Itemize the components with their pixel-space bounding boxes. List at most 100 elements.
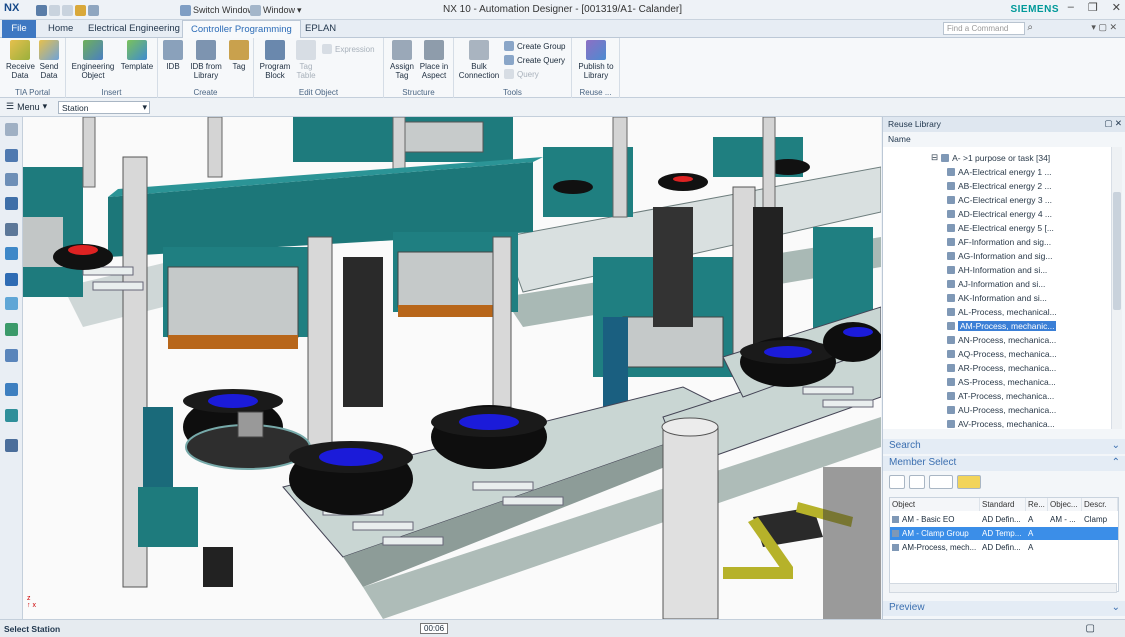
search-icon[interactable]: ⌕ <box>1027 22 1033 33</box>
template-button[interactable]: Template <box>118 40 156 71</box>
column-object-type[interactable]: Objec... <box>1048 498 1082 511</box>
tree-item[interactable]: AJ-Information and si... <box>947 277 1045 290</box>
tree-item[interactable]: AE-Electrical energy 5 [... <box>947 221 1054 234</box>
library-folder-icon <box>947 279 955 288</box>
coordinate-triad: z ↑ x <box>27 595 36 609</box>
filter-icon[interactable] <box>957 475 981 489</box>
tab-eplan[interactable]: EPLAN <box>297 20 344 38</box>
part-navigator-icon[interactable] <box>5 173 18 186</box>
search-icon[interactable] <box>889 475 905 489</box>
query-button[interactable]: Query <box>504 69 539 79</box>
engineering-object-button[interactable]: Engineering Object <box>70 40 116 80</box>
column-description[interactable]: Descr. <box>1082 498 1118 511</box>
tree-item[interactable]: AC-Electrical energy 3 ... <box>947 193 1052 206</box>
tab-controller-programming[interactable]: Controller Programming <box>182 20 301 38</box>
constraint-navigator-icon[interactable] <box>5 223 18 236</box>
receive-data-button[interactable]: Receive Data <box>6 40 35 80</box>
tree-item[interactable]: AS-Process, mechanica... <box>947 375 1056 388</box>
web-browser-icon[interactable] <box>5 273 18 286</box>
tree-item[interactable]: AD-Electrical energy 4 ... <box>947 207 1052 220</box>
tag-table-button[interactable]: Tag Table <box>294 40 318 80</box>
restore-icon[interactable]: ❐ <box>1088 1 1098 14</box>
window-icon[interactable]: ▢ <box>1086 623 1095 634</box>
table-horizontal-scrollbar[interactable] <box>889 583 1117 593</box>
close-icon[interactable]: ✕ <box>1112 1 1121 14</box>
collapse-icon[interactable]: ⊟ <box>931 152 938 163</box>
menu-button[interactable]: ☰ Menu ▾ <box>6 101 47 112</box>
column-standard[interactable]: Standard <box>980 498 1026 511</box>
create-group-button[interactable]: Create Group <box>504 41 565 51</box>
tree-item[interactable]: AM-Process, mechanic... <box>947 319 1057 332</box>
tab-electrical-engineering[interactable]: Electrical Engineering <box>80 20 188 38</box>
find-command-input[interactable]: Find a Command <box>943 22 1025 35</box>
publish-to-library-button[interactable]: Publish to Library <box>576 40 616 80</box>
agent-icon[interactable] <box>5 409 18 422</box>
idb-from-library-button[interactable]: IDB from Library <box>186 40 226 80</box>
preview-section-header[interactable]: Preview ⌄ <box>883 601 1125 616</box>
table-row[interactable]: AM - Basic EO AD Defin... A AM - ... Clamp <box>890 513 1118 526</box>
expression-button[interactable]: Expression <box>322 44 375 54</box>
ribbon-options-icon[interactable]: ▾ ▢ ✕ <box>1091 22 1117 33</box>
member-select-toolbar <box>889 475 981 489</box>
tree-item[interactable]: AV-Process, mechanica... <box>947 417 1055 430</box>
tree-item[interactable]: AR-Process, mechanica... <box>947 361 1056 374</box>
process-studio-icon[interactable] <box>5 349 18 362</box>
tree-item[interactable]: AK-Information and si... <box>947 291 1047 304</box>
settings-icon[interactable] <box>5 123 18 136</box>
chevron-down-icon[interactable]: ⌄ <box>1112 602 1120 613</box>
graphics-viewport[interactable]: z ↑ x <box>23 117 881 619</box>
table-cell: A <box>1028 543 1034 552</box>
navigator-icon[interactable] <box>5 149 18 162</box>
tree-item[interactable]: AA-Electrical energy 1 ... <box>947 165 1052 178</box>
assign-tag-button[interactable]: Assign Tag <box>388 40 416 80</box>
tree-item[interactable]: AN-Process, mechanica... <box>947 333 1056 346</box>
status-text: Select Station <box>4 624 61 634</box>
reuse-library-tree[interactable]: ⊟ A- >1 purpose or task [34] AA-Electrica… <box>883 147 1111 429</box>
column-re[interactable]: Re... <box>1026 498 1048 511</box>
tree-item[interactable]: AL-Process, mechanical... <box>947 305 1057 318</box>
clock-icon[interactable] <box>5 439 18 452</box>
tag-button[interactable]: Tag <box>228 40 250 71</box>
bulk-connection-button[interactable]: Bulk Connection <box>456 40 502 80</box>
chevron-up-icon[interactable]: ⌃ <box>1112 457 1120 468</box>
scrollbar-thumb[interactable] <box>1113 192 1121 310</box>
close-icon[interactable]: ▢ ✕ <box>1104 118 1122 129</box>
reuse-library-icon[interactable] <box>5 247 18 260</box>
tab-home[interactable]: Home <box>40 20 81 38</box>
table-cell: AD Defin... <box>982 515 1021 524</box>
table-cell <box>1082 541 1086 554</box>
tree-scrollbar[interactable] <box>1111 147 1122 429</box>
column-object[interactable]: Object <box>890 498 980 511</box>
tree-item[interactable]: AF-Information and sig... <box>947 235 1051 248</box>
group-label: Create <box>193 88 218 97</box>
place-in-aspect-button[interactable]: Place in Aspect <box>418 40 450 80</box>
tree-node-parent[interactable]: ⊟ A- >1 purpose or task [34] <box>931 151 1050 164</box>
tree-item[interactable]: AB-Electrical energy 2 ... <box>947 179 1052 192</box>
search-section-header[interactable]: Search ⌄ <box>883 439 1125 454</box>
filter-eraser-icon[interactable] <box>909 475 925 489</box>
tree-item[interactable]: AQ-Process, mechanica... <box>947 347 1057 360</box>
place-in-aspect-icon <box>424 40 444 60</box>
table-row[interactable]: AM-Process, mech... AD Defin... A <box>890 541 1118 554</box>
window-controls: – ❐ ✕ <box>1068 1 1121 14</box>
send-data-button[interactable]: Send Data <box>36 40 62 80</box>
tab-file[interactable]: File <box>2 20 36 38</box>
program-block-button[interactable]: Program Block <box>258 40 292 80</box>
tree-item[interactable]: AT-Process, mechanica... <box>947 389 1054 402</box>
selection-filter-select[interactable]: Station <box>58 101 150 114</box>
chevron-down-icon[interactable]: ⌄ <box>1112 440 1120 451</box>
assembly-navigator-icon[interactable] <box>5 197 18 210</box>
tree-item[interactable]: AU-Process, mechanica... <box>947 403 1056 416</box>
history-icon[interactable] <box>5 297 18 310</box>
roles-icon[interactable] <box>5 383 18 396</box>
minimize-icon[interactable]: – <box>1068 1 1074 14</box>
view-options-icon[interactable] <box>929 475 953 489</box>
table-row[interactable]: AM - Clamp Group AD Temp... A <box>890 527 1118 540</box>
tree-item[interactable]: AH-Information and si... <box>947 263 1047 276</box>
member-select-header[interactable]: Member Select ⌃ <box>883 456 1125 471</box>
idb-button[interactable]: IDB <box>162 40 184 71</box>
system-materials-icon[interactable] <box>5 323 18 336</box>
menu-icon: ☰ <box>6 101 15 111</box>
create-query-button[interactable]: Create Query <box>504 55 565 65</box>
tree-item[interactable]: AG-Information and sig... <box>947 249 1053 262</box>
